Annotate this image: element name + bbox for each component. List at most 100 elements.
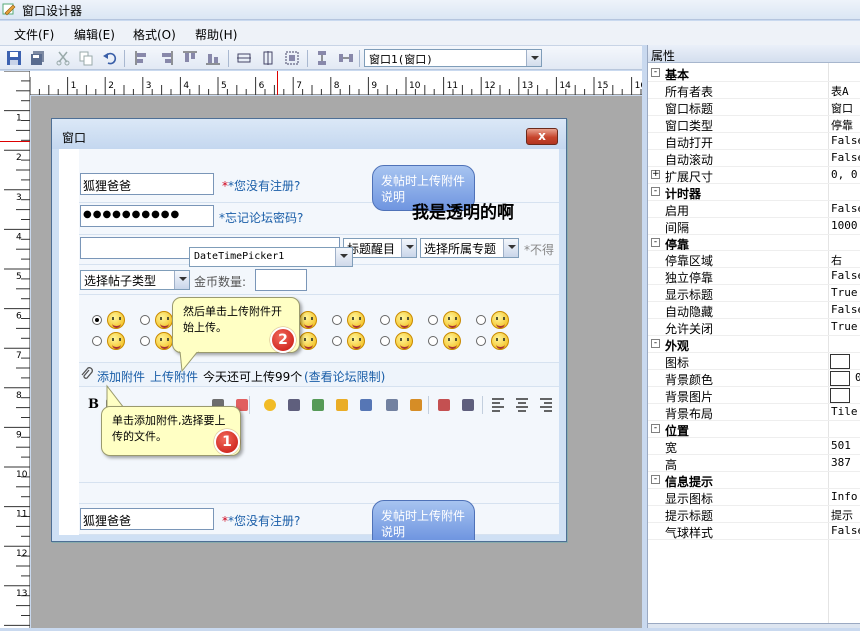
vertical-spacing-icon[interactable] (314, 50, 330, 66)
property-value[interactable]: 停靠 (831, 117, 853, 133)
forgot-password-link[interactable]: *忘记论坛密码? (219, 209, 303, 226)
smiley-radio[interactable] (380, 315, 390, 325)
menu-format[interactable]: 格式(O) (133, 26, 176, 43)
property-value[interactable]: 0, 0 (831, 168, 858, 181)
upload-hint-bubble-2[interactable]: 发帖时上传附件说明 (372, 500, 475, 540)
property-row[interactable]: 窗口标题 窗口 (648, 99, 860, 116)
smiley-icon[interactable] (299, 311, 317, 329)
save-icon[interactable] (6, 50, 22, 66)
property-value[interactable]: 窗口 (831, 100, 853, 116)
add-attachment-link[interactable]: 添加附件 (97, 368, 145, 385)
collapse-icon[interactable]: - (651, 474, 660, 484)
property-value[interactable]: False (831, 269, 860, 282)
smiley-icon[interactable] (347, 311, 365, 329)
property-row[interactable]: 高 387 (648, 455, 860, 472)
property-value[interactable]: True (831, 320, 858, 333)
property-value[interactable]: 1000 (831, 219, 858, 232)
topic-select[interactable]: 选择所属专题 (420, 238, 519, 258)
close-button[interactable]: x (526, 128, 558, 145)
property-value[interactable]: 右 (831, 252, 842, 268)
smiley-icon[interactable] (107, 332, 125, 350)
property-row[interactable]: 图标 (648, 353, 860, 370)
property-row[interactable]: 停靠区域右 (648, 251, 860, 268)
property-group[interactable]: - 停靠 (648, 235, 860, 252)
smiley-icon[interactable] (155, 332, 173, 350)
smiley-radio[interactable] (428, 336, 438, 346)
music-icon[interactable] (334, 397, 350, 413)
smiley-icon[interactable] (395, 311, 413, 329)
property-value[interactable]: True (831, 286, 858, 299)
property-group[interactable]: - 基本 (648, 65, 860, 82)
smiley-icon[interactable] (107, 311, 125, 329)
bold-button[interactable]: B (88, 397, 99, 412)
smiley-icon[interactable] (443, 311, 461, 329)
smiley-radio[interactable] (140, 336, 150, 346)
username-input[interactable]: 狐狸爸爸 (80, 173, 214, 195)
undo-icon[interactable] (102, 50, 118, 66)
smiley-radio[interactable] (476, 315, 486, 325)
same-height-icon[interactable] (260, 50, 276, 66)
property-value[interactable]: 501 (831, 439, 851, 452)
collapse-icon[interactable]: - (651, 68, 660, 77)
smiley-icon[interactable] (491, 332, 509, 350)
property-value[interactable]: 387 (831, 456, 851, 469)
same-size-icon[interactable] (284, 50, 300, 66)
property-value[interactable]: False (831, 151, 860, 164)
property-row[interactable]: 允许关闭 True (648, 319, 860, 336)
property-row[interactable]: 自动隐藏False (648, 302, 860, 319)
save-all-icon[interactable] (30, 50, 46, 66)
align-left-icon[interactable] (134, 50, 150, 66)
collapse-icon[interactable]: - (651, 339, 660, 349)
property-swatch[interactable] (830, 371, 850, 387)
username-input-2[interactable]: 狐狸爸爸 (80, 508, 214, 530)
quote-icon[interactable] (460, 397, 476, 413)
property-row[interactable]: + 扩展尺寸 0, 0 (648, 167, 860, 184)
smiley-icon[interactable] (155, 311, 173, 329)
property-row[interactable]: 背景图片 (648, 387, 860, 404)
collapse-icon[interactable]: - (651, 237, 660, 247)
forum-limit-link[interactable]: (查看论坛限制) (304, 368, 385, 385)
property-row[interactable]: 显示图标 Info (648, 489, 860, 506)
property-value[interactable]: False (831, 134, 860, 147)
property-value[interactable]: Tile (831, 405, 858, 418)
cut-icon[interactable] (55, 50, 71, 66)
code-icon[interactable] (358, 397, 374, 413)
password-input[interactable]: ●●●●●●●●●● (80, 205, 214, 227)
property-group[interactable]: - 计时器 (648, 184, 860, 201)
align-center-icon[interactable] (514, 397, 530, 413)
coin-input[interactable] (255, 269, 307, 291)
property-value[interactable]: False (831, 303, 860, 316)
property-row[interactable]: 间隔 1000 (648, 218, 860, 235)
smiley-radio[interactable] (476, 336, 486, 346)
post-type-select[interactable]: 选择帖子类型 (80, 270, 190, 290)
link-icon[interactable] (286, 397, 302, 413)
same-width-icon[interactable] (236, 50, 252, 66)
property-row[interactable]: 自动打开False (648, 133, 860, 150)
property-row[interactable]: 启用False (648, 201, 860, 218)
title-style-select[interactable]: 标题醒目 (343, 238, 417, 258)
smiley-icon[interactable] (299, 332, 317, 350)
not-registered-link-2[interactable]: **您没有注册? (222, 512, 300, 529)
datetime-picker[interactable]: DateTimePicker1 (189, 247, 353, 267)
copy-icon[interactable] (78, 50, 94, 66)
align-top-icon[interactable] (182, 50, 198, 66)
expand-icon[interactable]: + (651, 169, 660, 179)
property-value[interactable]: False (831, 202, 860, 215)
smiley-radio[interactable] (92, 336, 102, 346)
property-row[interactable]: 宽 501 (648, 438, 860, 455)
collapse-icon[interactable]: - (651, 423, 660, 433)
property-swatch[interactable] (830, 354, 850, 370)
property-group[interactable]: - 外观 (648, 336, 860, 353)
property-value[interactable]: 提示 (831, 507, 853, 523)
smiley-icon[interactable] (491, 311, 509, 329)
design-window-titlebar[interactable]: 窗口 x (52, 119, 566, 149)
smiley-radio[interactable] (428, 315, 438, 325)
media-icon[interactable] (384, 397, 400, 413)
smiley-radio[interactable] (380, 336, 390, 346)
property-row[interactable]: 背景布局 Tile (648, 404, 860, 421)
smiley-icon[interactable] (395, 332, 413, 350)
menu-help[interactable]: 帮助(H) (195, 26, 237, 43)
align-bottom-icon[interactable] (205, 50, 221, 66)
property-swatch[interactable] (830, 388, 850, 404)
property-group[interactable]: - 信息提示 (648, 472, 860, 489)
